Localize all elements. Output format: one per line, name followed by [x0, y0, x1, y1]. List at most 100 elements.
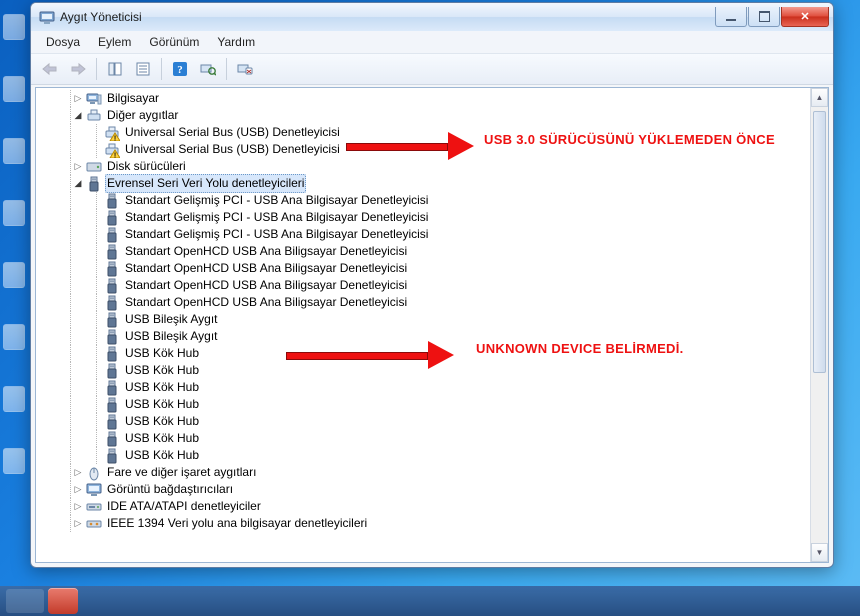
- other-icon: [86, 108, 102, 124]
- close-button[interactable]: [781, 7, 829, 27]
- ieee-icon: [86, 516, 102, 532]
- tree-node-label: Standart OpenHCD USB Ana Biligsayar Dene…: [123, 260, 409, 277]
- toolbar-uninstall[interactable]: [232, 56, 258, 82]
- window-title: Aygıt Yöneticisi: [60, 10, 714, 24]
- disk-icon: [86, 159, 102, 175]
- scroll-thumb[interactable]: [813, 111, 826, 373]
- toolbar-help[interactable]: ?: [167, 56, 193, 82]
- vertical-scrollbar[interactable]: ▲ ▼: [810, 88, 828, 562]
- toolbar-properties[interactable]: [130, 56, 156, 82]
- tree-node[interactable]: ▷!Universal Serial Bus (USB) Denetleyici…: [36, 141, 811, 158]
- tree-node[interactable]: ▷USB Bileşik Aygıt: [36, 328, 811, 345]
- desktop-icon[interactable]: [3, 14, 25, 40]
- tree-node-label: USB Bileşik Aygıt: [123, 311, 219, 328]
- tree-node-label: Fare ve diğer işaret aygıtları: [105, 464, 258, 481]
- tree-node-label: Standart OpenHCD USB Ana Biligsayar Dene…: [123, 294, 409, 311]
- maximize-button[interactable]: [748, 7, 780, 27]
- tree-node-label: Standart Gelişmiş PCI - USB Ana Bilgisay…: [123, 209, 430, 226]
- scroll-track[interactable]: [811, 107, 828, 543]
- desktop-icon[interactable]: [3, 386, 25, 412]
- tree-node[interactable]: ▷USB Kök Hub: [36, 447, 811, 464]
- tree-node-label: USB Kök Hub: [123, 396, 201, 413]
- device-tree[interactable]: ▷Bilgisayar◢Diğer aygıtlar▷!Universal Se…: [36, 88, 811, 562]
- tree-node[interactable]: ▷USB Kök Hub: [36, 379, 811, 396]
- tree-node[interactable]: ◢Evrensel Seri Veri Yolu denetleyicileri: [36, 175, 811, 192]
- desktop-icon[interactable]: [3, 324, 25, 350]
- tree-node-label: Standart OpenHCD USB Ana Biligsayar Dene…: [123, 277, 409, 294]
- menu-help[interactable]: Yardım: [208, 33, 264, 51]
- desktop-icon[interactable]: [3, 200, 25, 226]
- tree-node-label: Diğer aygıtlar: [105, 107, 180, 124]
- tree-node[interactable]: ▷USB Kök Hub: [36, 345, 811, 362]
- tree-node[interactable]: ▷USB Kök Hub: [36, 396, 811, 413]
- minimize-button[interactable]: [715, 7, 747, 27]
- tree-node-label: Bilgisayar: [105, 90, 161, 107]
- app-icon: [39, 9, 55, 25]
- tree-node[interactable]: ▷USB Kök Hub: [36, 430, 811, 447]
- mouse-icon: [86, 465, 102, 481]
- tree-node-label: USB Kök Hub: [123, 447, 201, 464]
- toolbar-separator: [96, 58, 97, 80]
- tree-node-label: USB Bileşik Aygıt: [123, 328, 219, 345]
- tree-node[interactable]: ▷Standart Gelişmiş PCI - USB Ana Bilgisa…: [36, 209, 811, 226]
- display-icon: [86, 482, 102, 498]
- toolbar-separator: [226, 58, 227, 80]
- tree-node[interactable]: ▷Standart OpenHCD USB Ana Biligsayar Den…: [36, 260, 811, 277]
- menu-file[interactable]: Dosya: [37, 33, 89, 51]
- tree-node[interactable]: ▷USB Kök Hub: [36, 362, 811, 379]
- tree-node[interactable]: ▷Disk sürücüleri: [36, 158, 811, 175]
- svg-text:?: ?: [177, 64, 183, 76]
- desktop-icon[interactable]: [3, 76, 25, 102]
- device-tree-panel: ▷Bilgisayar◢Diğer aygıtlar▷!Universal Se…: [35, 87, 829, 563]
- tree-node[interactable]: ▷USB Bileşik Aygıt: [36, 311, 811, 328]
- tree-node[interactable]: ▷Standart OpenHCD USB Ana Biligsayar Den…: [36, 294, 811, 311]
- taskbar-alert-icon[interactable]: [48, 588, 78, 614]
- tree-node[interactable]: ▷IDE ATA/ATAPI denetleyiciler: [36, 498, 811, 515]
- svg-text:!: !: [114, 135, 116, 141]
- desktop-icon[interactable]: [3, 138, 25, 164]
- toolbar-separator: [161, 58, 162, 80]
- menu-action[interactable]: Eylem: [89, 33, 140, 51]
- tree-node-label: Evrensel Seri Veri Yolu denetleyicileri: [105, 174, 306, 193]
- tree-node-label: Standart OpenHCD USB Ana Biligsayar Dene…: [123, 243, 409, 260]
- computer-icon: [86, 91, 102, 107]
- toolbar-scan[interactable]: [195, 56, 221, 82]
- menubar: Dosya Eylem Görünüm Yardım: [31, 31, 833, 54]
- scroll-down-icon[interactable]: ▼: [811, 543, 828, 562]
- tree-node-label: USB Kök Hub: [123, 362, 201, 379]
- toolbar-forward[interactable]: [65, 56, 91, 82]
- tree-node[interactable]: ▷Fare ve diğer işaret aygıtları: [36, 464, 811, 481]
- tree-node[interactable]: ▷Görüntü bağdaştırıcıları: [36, 481, 811, 498]
- tree-node[interactable]: ▷Standart Gelişmiş PCI - USB Ana Bilgisa…: [36, 226, 811, 243]
- tree-node[interactable]: ▷Standart OpenHCD USB Ana Biligsayar Den…: [36, 277, 811, 294]
- menu-view[interactable]: Görünüm: [140, 33, 208, 51]
- tree-node[interactable]: ▷Bilgisayar: [36, 90, 811, 107]
- desktop-icon[interactable]: [3, 448, 25, 474]
- tree-node-label: USB Kök Hub: [123, 430, 201, 447]
- svg-text:!: !: [114, 152, 116, 158]
- titlebar[interactable]: Aygıt Yöneticisi: [31, 3, 833, 31]
- device-manager-window: Aygıt Yöneticisi Dosya Eylem Görünüm Yar…: [30, 2, 834, 568]
- toolbar: ?: [31, 54, 833, 85]
- tree-node-label: IDE ATA/ATAPI denetleyiciler: [105, 498, 263, 515]
- tree-node[interactable]: ▷IEEE 1394 Veri yolu ana bilgisayar dene…: [36, 515, 811, 532]
- tree-node-label: USB Kök Hub: [123, 379, 201, 396]
- tree-node-label: USB Kök Hub: [123, 413, 201, 430]
- tree-node[interactable]: ◢Diğer aygıtlar: [36, 107, 811, 124]
- ide-icon: [86, 499, 102, 515]
- tree-node[interactable]: ▷USB Kök Hub: [36, 413, 811, 430]
- taskbar[interactable]: [0, 586, 860, 616]
- tree-node-label: Görüntü bağdaştırıcıları: [105, 481, 235, 498]
- toolbar-back[interactable]: [37, 56, 63, 82]
- desktop-icon[interactable]: [3, 262, 25, 288]
- tree-node[interactable]: ▷Standart OpenHCD USB Ana Biligsayar Den…: [36, 243, 811, 260]
- scroll-up-icon[interactable]: ▲: [811, 88, 828, 107]
- tree-node-label: IEEE 1394 Veri yolu ana bilgisayar denet…: [105, 515, 369, 532]
- tree-node-label: Universal Serial Bus (USB) Denetleyicisi: [123, 124, 342, 141]
- tree-node-label: Standart Gelişmiş PCI - USB Ana Bilgisay…: [123, 192, 430, 209]
- taskbar-button[interactable]: [6, 589, 44, 613]
- tree-node-label: Standart Gelişmiş PCI - USB Ana Bilgisay…: [123, 226, 430, 243]
- tree-node[interactable]: ▷!Universal Serial Bus (USB) Denetleyici…: [36, 124, 811, 141]
- toolbar-show-hidden[interactable]: [102, 56, 128, 82]
- tree-node[interactable]: ▷Standart Gelişmiş PCI - USB Ana Bilgisa…: [36, 192, 811, 209]
